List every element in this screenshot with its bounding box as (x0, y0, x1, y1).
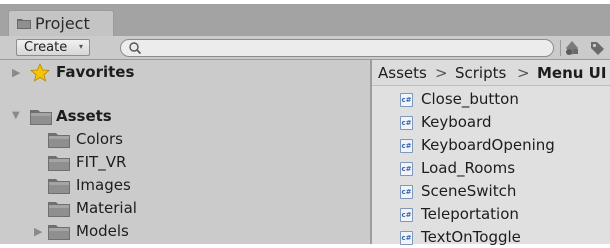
chevron-down-icon: ▾ (78, 42, 83, 51)
folder-icon (30, 110, 52, 125)
folder-icon (48, 202, 70, 217)
file-item[interactable]: c# SceneSwitch (400, 182, 600, 202)
breadcrumb-item-menu-ui[interactable]: Menu UI (537, 64, 606, 82)
file-name: TextOnToggle (421, 228, 521, 246)
file-item[interactable]: c# KeyboardOpening (400, 136, 600, 156)
breadcrumb-item-assets[interactable]: Assets (378, 64, 427, 82)
tree-item-material[interactable]: Material (48, 199, 298, 219)
tree-item-colors[interactable]: Colors (48, 130, 298, 150)
filter-by-type-icon[interactable] (563, 39, 581, 57)
tree-item-fit-vr[interactable]: FIT_VR (48, 153, 298, 173)
tab-strip: Project (0, 0, 610, 36)
tree-item-label: Assets (56, 107, 112, 125)
folder-icon (48, 225, 70, 240)
file-item[interactable]: c# Teleportation (400, 205, 600, 225)
file-item[interactable]: c# TextOnToggle (400, 228, 600, 248)
search-icon (129, 42, 142, 55)
tree-item-label: Favorites (56, 63, 135, 81)
star-icon (30, 63, 50, 82)
folder-tree-panel: ▶ Favorites ▼ Assets Colors FIT_VR Image… (0, 60, 370, 244)
tree-item-label: Models (76, 222, 129, 240)
tab-project[interactable]: Project (8, 10, 114, 36)
file-name: KeyboardOpening (421, 136, 555, 154)
create-dropdown-button[interactable]: Create ▾ (16, 39, 90, 56)
csharp-script-icon: c# (400, 93, 413, 107)
project-toolbar: Create ▾ (0, 36, 610, 60)
breadcrumb-separator: > (517, 64, 530, 82)
file-item[interactable]: c# Keyboard (400, 113, 600, 133)
tree-item-images[interactable]: Images (48, 176, 298, 196)
breadcrumb-separator: > (435, 64, 448, 82)
file-name: Teleportation (421, 205, 519, 223)
file-item[interactable]: c# Load_Rooms (400, 159, 600, 179)
file-name: Load_Rooms (421, 159, 516, 177)
expand-arrow-icon[interactable]: ▶ (12, 66, 20, 79)
expand-arrow-icon[interactable]: ▼ (12, 110, 20, 121)
csharp-script-icon: c# (400, 231, 413, 245)
search-input[interactable] (120, 39, 554, 57)
csharp-script-icon: c# (400, 208, 413, 222)
file-name: SceneSwitch (421, 182, 517, 200)
expand-arrow-icon[interactable]: ▶ (34, 225, 42, 238)
csharp-script-icon: c# (400, 185, 413, 199)
create-label: Create (24, 40, 68, 55)
folder-icon (48, 156, 70, 171)
tree-item-assets[interactable]: ▼ Assets (12, 107, 262, 127)
tree-item-models[interactable]: ▶ Models (34, 222, 294, 242)
tree-item-favorites[interactable]: ▶ Favorites (12, 63, 262, 83)
toolbar-separator (560, 40, 561, 56)
tree-item-label: Colors (76, 130, 123, 148)
file-list-panel: Assets > Scripts > Menu UI c# Close_butt… (372, 60, 610, 246)
folder-icon (17, 19, 31, 29)
folder-icon (48, 179, 70, 194)
csharp-script-icon: c# (400, 162, 413, 176)
tab-label: Project (35, 14, 90, 33)
csharp-script-icon: c# (400, 139, 413, 153)
breadcrumb-item-scripts[interactable]: Scripts (455, 64, 506, 82)
tree-item-label: Images (76, 176, 131, 194)
folder-icon (48, 133, 70, 148)
tree-item-label: FIT_VR (76, 153, 127, 171)
csharp-script-icon: c# (400, 116, 413, 130)
breadcrumb: Assets > Scripts > Menu UI (372, 60, 610, 86)
file-name: Keyboard (421, 113, 492, 131)
filter-by-label-icon[interactable] (588, 39, 606, 57)
tree-item-label: Material (76, 199, 137, 217)
file-name: Close_button (421, 90, 519, 108)
file-item[interactable]: c# Close_button (400, 90, 600, 110)
